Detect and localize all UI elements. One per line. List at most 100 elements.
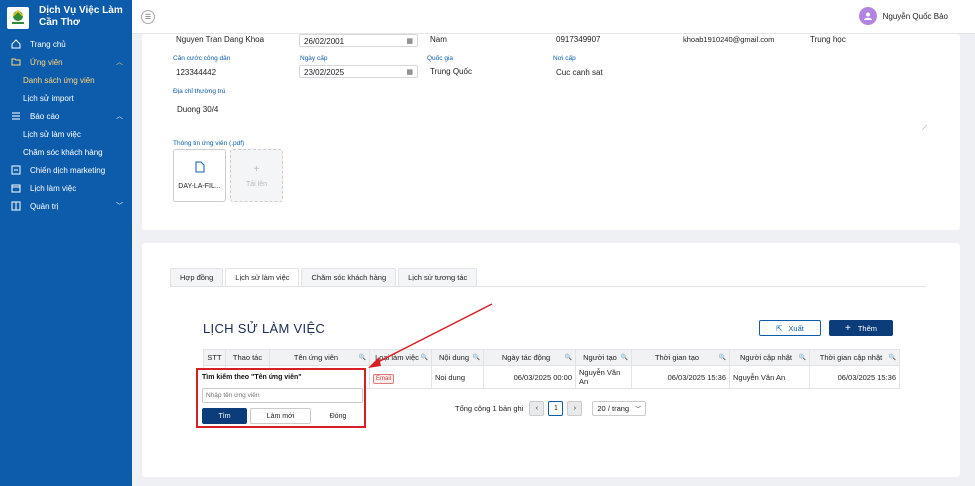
sidebar-item-label: Danh sách ứng viên bbox=[23, 75, 95, 85]
section-title: LỊCH SỬ LÀM VIỆC bbox=[203, 321, 326, 336]
user-name: Nguyễn Quốc Bảo bbox=[882, 11, 948, 21]
search-icon[interactable]: 🔍 bbox=[889, 354, 896, 361]
calendar-icon[interactable]: ▦ bbox=[406, 68, 413, 76]
add-button[interactable]: + Thêm bbox=[829, 320, 893, 336]
tab-contracts[interactable]: Hợp đồng bbox=[170, 268, 224, 286]
search-icon[interactable]: 🔍 bbox=[473, 354, 480, 361]
sidebar-item-label: Lịch làm việc bbox=[30, 183, 77, 193]
search-icon[interactable]: 🔍 bbox=[799, 354, 806, 361]
campaign-icon bbox=[10, 165, 21, 176]
column-header[interactable]: Người tạo 🔍 bbox=[575, 349, 632, 366]
search-icon[interactable]: 🔍 bbox=[359, 354, 366, 361]
sidebar-item-calendar[interactable]: Lịch làm việc bbox=[0, 179, 132, 197]
table-cell: 06/03/2025 15:36 bbox=[809, 365, 900, 389]
reset-button[interactable]: Làm mới bbox=[250, 408, 311, 424]
column-header-label: Người tạo bbox=[583, 353, 617, 362]
home-icon bbox=[10, 39, 21, 50]
user-menu[interactable]: Nguyễn Quốc Bảo bbox=[858, 7, 948, 25]
logo-icon bbox=[7, 7, 29, 29]
column-header-label: Người cập nhật bbox=[739, 353, 793, 362]
column-header[interactable]: Nội dung 🔍 bbox=[431, 349, 484, 366]
page-size-select[interactable]: 20 / trang ﹀ bbox=[592, 401, 647, 416]
column-header: STT bbox=[203, 349, 226, 366]
education-value: Trung học bbox=[810, 35, 846, 44]
plus-icon: + bbox=[844, 322, 851, 334]
resize-handle-icon[interactable]: ⟋ bbox=[922, 125, 927, 133]
sidebar-item-admin[interactable]: Quản trị ﹀ bbox=[0, 197, 132, 215]
work-history-card: Hợp đồng Lịch sử làm việc Chăm sóc khách… bbox=[142, 243, 960, 477]
page-number[interactable]: 1 bbox=[548, 401, 564, 416]
file-name: DAY-LA-FIL... bbox=[178, 183, 221, 190]
table-cell: Nguyễn Văn An bbox=[575, 365, 632, 389]
address-label: Địa chỉ thường trú bbox=[173, 88, 226, 95]
tab-customer-care[interactable]: Chăm sóc khách hàng bbox=[301, 268, 397, 286]
table-cell: 06/03/2025 15:36 bbox=[631, 365, 730, 389]
chevron-up-icon: ︿ bbox=[116, 59, 123, 66]
email-value: khoab1910240@gmail.com bbox=[683, 35, 775, 44]
search-icon[interactable]: 🔍 bbox=[421, 354, 428, 361]
gender-value: Nam bbox=[430, 35, 447, 44]
issue-place-label: Nơi cấp bbox=[553, 55, 576, 62]
chevron-down-icon: ﹀ bbox=[635, 407, 642, 413]
sidebar-item-label: Báo cáo bbox=[30, 111, 60, 121]
sidebar-item-import-history[interactable]: Lịch sử import bbox=[0, 89, 132, 107]
chevron-up-icon: ︿ bbox=[116, 113, 123, 120]
sidebar-item-marketing[interactable]: Chiến dịch marketing bbox=[0, 161, 132, 179]
sidebar-item-customer-care[interactable]: Chăm sóc khách hàng bbox=[0, 143, 132, 161]
sidebar-item-candidate-list[interactable]: Danh sách ứng viên bbox=[0, 71, 132, 89]
list-icon bbox=[10, 111, 21, 122]
upload-label: Tải lên bbox=[245, 180, 267, 188]
column-header[interactable]: Loại làm việc 🔍 bbox=[369, 349, 432, 366]
candidate-info-card: Nguyen Tran Dang Khoa 26/02/2001 ▦ Nam 09… bbox=[142, 34, 960, 230]
close-button[interactable]: Đóng bbox=[314, 408, 362, 424]
search-button[interactable]: Tìm bbox=[202, 408, 247, 424]
sidebar-item-label: Trang chủ bbox=[30, 39, 66, 49]
table-cell: Nguyễn Văn An bbox=[729, 365, 810, 389]
sidebar: Dịch Vụ Việc Làm Cần Thơ Trang chủ Ứng v… bbox=[0, 0, 132, 486]
column-header: Thao tác bbox=[225, 349, 270, 366]
table-cell: Noi dung bbox=[431, 365, 484, 389]
column-header-label: Ngày tác động bbox=[501, 353, 551, 362]
popup-title: Tìm kiếm theo "Tên ứng viên" bbox=[202, 374, 302, 381]
dob-field[interactable]: 26/02/2001 ▦ bbox=[299, 34, 418, 47]
next-page-button[interactable]: › bbox=[567, 401, 583, 416]
sidebar-item-label: Lịch sử import bbox=[23, 93, 74, 103]
sidebar-item-candidates[interactable]: Ứng viên ︿ bbox=[0, 53, 132, 71]
column-header[interactable]: Người cập nhật 🔍 bbox=[729, 349, 810, 366]
search-icon[interactable]: 🔍 bbox=[719, 354, 726, 361]
export-button[interactable]: ⇱ Xuất bbox=[759, 320, 821, 336]
column-header[interactable]: Thời gian cập nhật 🔍 bbox=[809, 349, 900, 366]
attachment-label: Thông tin ứng viên (.pdf) bbox=[173, 140, 245, 147]
sidebar-item-label: Ứng viên bbox=[30, 57, 63, 67]
prev-page-button[interactable]: ‹ bbox=[529, 401, 545, 416]
search-icon[interactable]: 🔍 bbox=[565, 354, 572, 361]
column-header-label: Loại làm việc bbox=[375, 353, 419, 362]
tab-interaction-history[interactable]: Lịch sử tương tác bbox=[398, 268, 478, 286]
brand: Dịch Vụ Việc Làm Cần Thơ bbox=[0, 0, 132, 35]
add-label: Thêm bbox=[857, 323, 877, 333]
app-name-line2: Cần Thơ bbox=[39, 17, 80, 28]
issue-date-field[interactable]: 23/02/2025 ▦ bbox=[299, 65, 418, 78]
file-card[interactable]: DAY-LA-FIL... bbox=[173, 149, 226, 202]
candidate-name-search-input[interactable] bbox=[202, 388, 363, 403]
column-header[interactable]: Thời gian tạo 🔍 bbox=[631, 349, 730, 366]
chevron-left-icon: ‹ bbox=[535, 405, 539, 412]
menu-toggle-icon[interactable]: ☰ bbox=[141, 10, 155, 24]
sidebar-item-work-history[interactable]: Lịch sử làm việc bbox=[0, 125, 132, 143]
search-icon[interactable]: 🔍 bbox=[621, 354, 628, 361]
column-header-label: Thời gian tạo bbox=[654, 353, 700, 362]
plus-icon: + bbox=[253, 163, 260, 175]
avatar-icon bbox=[858, 7, 877, 25]
sidebar-item-home[interactable]: Trang chủ bbox=[0, 35, 132, 53]
upload-button[interactable]: + Tải lên bbox=[230, 149, 283, 202]
sidebar-item-reports[interactable]: Báo cáo ︿ bbox=[0, 107, 132, 125]
tab-work-history[interactable]: Lịch sử làm việc bbox=[225, 268, 300, 286]
country-value: Trung Quốc bbox=[430, 67, 472, 76]
country-label: Quốc gia bbox=[427, 55, 454, 62]
tab-bar: Hợp đồng Lịch sử làm việc Chăm sóc khách… bbox=[170, 268, 926, 287]
column-header[interactable]: Ngày tác động 🔍 bbox=[483, 349, 576, 366]
address-value[interactable]: Duong 30/4 bbox=[177, 105, 218, 114]
calendar-icon[interactable]: ▦ bbox=[406, 37, 413, 45]
column-header[interactable]: Tên ứng viên 🔍 bbox=[269, 349, 370, 366]
chevron-right-icon: › bbox=[573, 405, 577, 412]
